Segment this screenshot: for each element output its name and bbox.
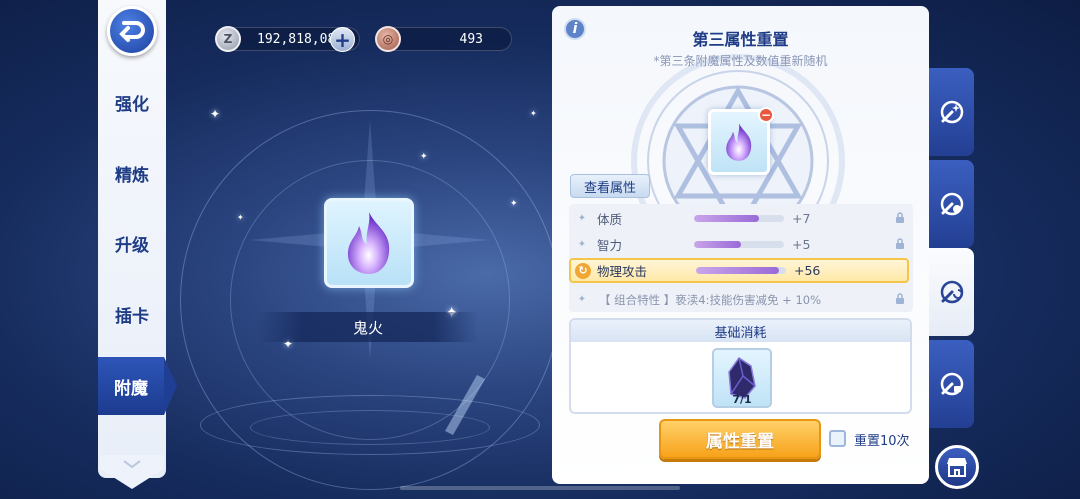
attribute-bar-fill (694, 241, 741, 248)
tab-enchant-2[interactable] (929, 160, 974, 248)
token-amount: 493 (459, 31, 483, 47)
attribute-name: 物理攻击 (597, 264, 648, 279)
sparkle-icon: ✦ (237, 213, 244, 222)
attribute-bar (694, 215, 784, 222)
zeny-coin-icon: Z (215, 26, 241, 52)
back-arrow-icon (119, 21, 145, 42)
panel-subtitle: *第三条附魔属性及数值重新随机 (653, 54, 828, 68)
attribute-name: 体质 (597, 212, 623, 227)
attribute-value: +5 (792, 237, 811, 252)
combo-text: 【 组合特性 】亵渎4:技能伤害减免 + 10% (599, 292, 822, 307)
light-streak (445, 375, 485, 435)
reset10-checkbox[interactable] (829, 430, 846, 447)
combo-row: ✦ 【 组合特性 】亵渎4:技能伤害减免 + 10% (569, 287, 913, 312)
enchant-reset-panel: i 第三属性重置 *第三条附魔属性及数值重新随机 − 查看属性 ✦ 体质 +7 … (552, 6, 929, 484)
attribute-list: ✦ 体质 +7 ✦ 智力 +5 ↻ 物理攻击 +56 ✦ 【 组合特性 】亵渎4… (569, 204, 913, 312)
menu-item-upgrade[interactable]: 升级 (98, 213, 166, 273)
reset-attribute-button[interactable]: 属性重置 (659, 419, 821, 459)
cost-box: 基础消耗 7/1 (569, 318, 912, 414)
lock-icon[interactable] (895, 293, 905, 304)
cost-count: 7/1 (732, 393, 752, 406)
bullet-icon: ✦ (577, 213, 587, 224)
lock-icon[interactable] (895, 238, 905, 249)
token-coin-icon: ◎ (375, 26, 401, 52)
view-attributes-button[interactable]: 查看属性 (570, 174, 650, 198)
attribute-value: +56 (794, 263, 821, 278)
reset10-label: 重置10次 (854, 434, 910, 449)
sparkle-icon: ✦ (530, 109, 537, 118)
remove-item-button[interactable]: − (758, 107, 774, 123)
attribute-row: ✦ 智力 +5 (569, 232, 913, 257)
back-button[interactable] (107, 6, 157, 56)
bullet-icon: ✦ (577, 239, 587, 250)
attribute-bar (696, 267, 786, 274)
panel-title: 第三属性重置 (692, 30, 789, 49)
attribute-bar-fill (694, 215, 759, 222)
enchant-tab-2-icon (940, 192, 963, 216)
chevron-down-icon (123, 460, 141, 469)
lock-icon[interactable] (895, 212, 905, 223)
attribute-bar (694, 241, 784, 248)
attribute-row-selected[interactable]: ↻ 物理攻击 +56 (569, 258, 909, 283)
item-name: 鬼火 (258, 312, 478, 342)
attribute-bar-fill (696, 267, 779, 274)
menu-item-enchant[interactable]: 附魔 (98, 357, 164, 415)
attribute-value: +7 (792, 211, 811, 226)
add-zeny-button[interactable]: + (330, 27, 355, 52)
menu-item-strengthen[interactable]: 强化 (98, 72, 166, 132)
shop-button[interactable] (935, 445, 979, 489)
reroll-icon: ↻ (575, 262, 591, 279)
attribute-row: ✦ 体质 +7 (569, 206, 913, 231)
enchant-tab-4-icon (940, 372, 963, 396)
cost-item[interactable]: 7/1 (712, 348, 772, 408)
sparkle-icon: ✦ (210, 107, 221, 121)
tab-enchant-1[interactable] (929, 68, 974, 156)
bullet-icon: ✦ (577, 294, 587, 305)
purple-flame-icon (726, 123, 752, 161)
tab-enchant-4[interactable] (929, 340, 974, 428)
menu-active-pointer (164, 357, 177, 415)
enchant-tab-3-icon (940, 280, 963, 304)
menu-item-refine[interactable]: 精炼 (98, 143, 166, 203)
attribute-name: 智力 (597, 238, 623, 253)
enchant-tab-1-icon (940, 100, 963, 124)
cost-title: 基础消耗 (571, 320, 910, 342)
purple-flame-icon (347, 212, 390, 274)
home-indicator (400, 486, 680, 490)
menu-item-card[interactable]: 插卡 (98, 284, 166, 344)
item-display (324, 198, 414, 288)
tab-enchant-3[interactable] (929, 248, 974, 336)
shop-icon (947, 458, 967, 477)
sparkle-icon: ✦ (510, 199, 518, 209)
